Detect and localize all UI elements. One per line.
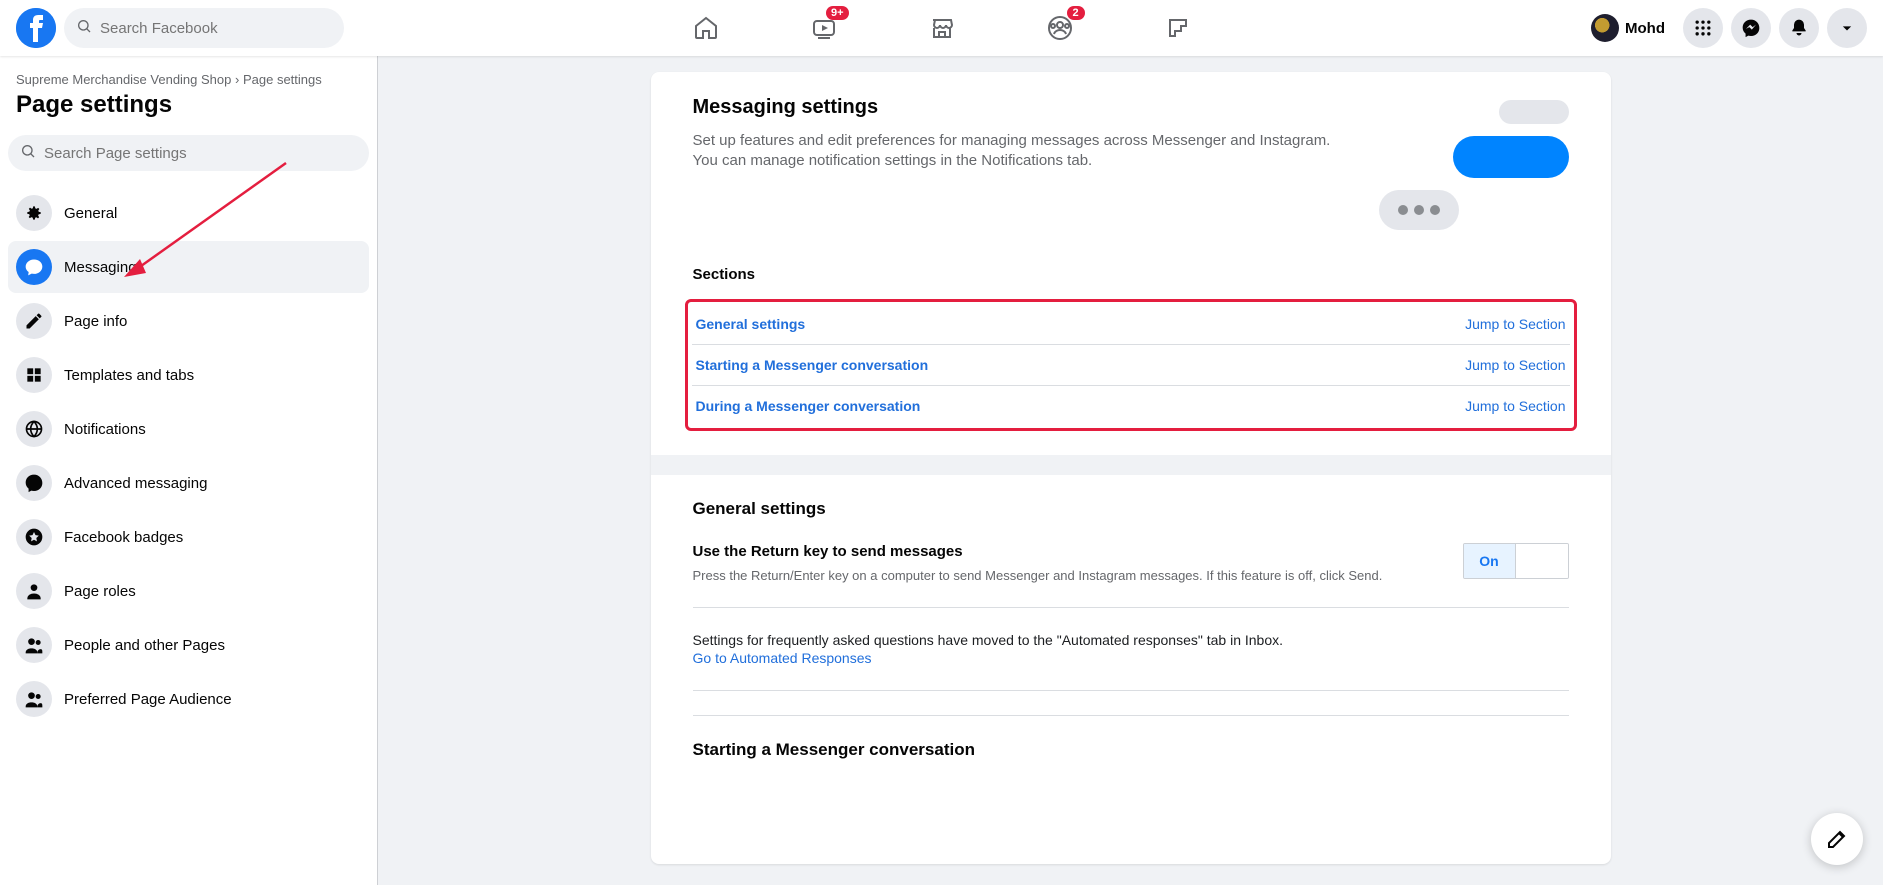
section-name: During a Messenger conversation: [696, 398, 921, 414]
sidebar-item-page-roles[interactable]: Page roles: [8, 565, 369, 617]
sidebar-item-label: Facebook badges: [64, 529, 183, 546]
profile-name: Mohd: [1625, 20, 1665, 37]
profile-avatar: [1591, 14, 1619, 42]
bubble-icon: [1499, 100, 1569, 124]
compose-button[interactable]: [1811, 813, 1863, 865]
settings-search[interactable]: [8, 135, 369, 171]
messaging-settings-heading: Messaging settings: [693, 96, 1339, 119]
sidebar-item-label: Page roles: [64, 583, 136, 600]
global-search[interactable]: [64, 8, 344, 48]
sidebar-item-label: People and other Pages: [64, 637, 225, 654]
settings-search-input[interactable]: [44, 145, 357, 162]
general-settings-heading: General settings: [693, 499, 1569, 519]
sidebar-item-label: Templates and tabs: [64, 367, 194, 384]
typing-indicator-icon: [1379, 190, 1459, 230]
people-icon: [16, 681, 52, 717]
sidebar-item-label: Messaging: [64, 259, 137, 276]
nav-watch[interactable]: 9+: [769, 0, 879, 56]
sidebar-item-messaging[interactable]: Messaging: [8, 241, 369, 293]
sections-label: Sections: [693, 266, 1569, 283]
faq-moved-text: Settings for frequently asked questions …: [693, 632, 1284, 648]
sidebar-item-templates[interactable]: Templates and tabs: [8, 349, 369, 401]
automated-responses-link[interactable]: Go to Automated Responses: [693, 650, 872, 666]
nav-groups[interactable]: 2: [1005, 0, 1115, 56]
section-link-general[interactable]: General settings Jump to Section: [692, 304, 1570, 345]
chat-icon: [16, 249, 52, 285]
account-dropdown-button[interactable]: [1827, 8, 1867, 48]
section-name: Starting a Messenger conversation: [696, 357, 929, 373]
notifications-button[interactable]: [1779, 8, 1819, 48]
sidebar-item-page-info[interactable]: Page info: [8, 295, 369, 347]
nav-gaming[interactable]: [1123, 0, 1233, 56]
sidebar-item-notifications[interactable]: Notifications: [8, 403, 369, 455]
search-icon: [20, 143, 36, 164]
messenger-icon: [16, 465, 52, 501]
chat-illustration: [1379, 96, 1569, 230]
top-navigation-bar: 9+ 2 Mohd: [0, 0, 1883, 56]
sidebar-item-label: Page info: [64, 313, 127, 330]
return-key-title: Use the Return key to send messages: [693, 543, 1383, 560]
page-title: Page settings: [8, 87, 369, 131]
messenger-button[interactable]: [1731, 8, 1771, 48]
breadcrumb-separator: ›: [235, 72, 239, 87]
sidebar-item-label: Preferred Page Audience: [64, 691, 232, 708]
section-link-during[interactable]: During a Messenger conversation Jump to …: [692, 386, 1570, 426]
settings-sidebar: Supreme Merchandise Vending Shop › Page …: [0, 56, 378, 885]
nav-marketplace[interactable]: [887, 0, 997, 56]
watch-badge: 9+: [826, 6, 849, 20]
gear-icon: [16, 195, 52, 231]
sidebar-item-label: General: [64, 205, 117, 222]
sidebar-item-badges[interactable]: Facebook badges: [8, 511, 369, 563]
breadcrumb: Supreme Merchandise Vending Shop › Page …: [8, 72, 369, 87]
person-icon: [16, 573, 52, 609]
people-icon: [16, 627, 52, 663]
center-nav: 9+ 2: [651, 0, 1233, 56]
right-controls: Mohd: [1587, 8, 1867, 48]
jump-to-section: Jump to Section: [1465, 398, 1565, 414]
sidebar-item-people-pages[interactable]: People and other Pages: [8, 619, 369, 671]
section-link-starting[interactable]: Starting a Messenger conversation Jump t…: [692, 345, 1570, 386]
menu-button[interactable]: [1683, 8, 1723, 48]
profile-chip[interactable]: Mohd: [1587, 10, 1675, 46]
messaging-settings-description: Set up features and edit preferences for…: [693, 131, 1339, 172]
toggle-off[interactable]: [1516, 544, 1568, 578]
pencil-icon: [16, 303, 52, 339]
main-content: Messaging settings Set up features and e…: [378, 0, 1883, 885]
jump-to-section: Jump to Section: [1465, 316, 1565, 332]
sidebar-item-label: Advanced messaging: [64, 475, 207, 492]
search-icon: [76, 18, 92, 39]
faq-moved-notice: Settings for frequently asked questions …: [693, 632, 1569, 691]
section-name: General settings: [696, 316, 806, 332]
star-icon: [16, 519, 52, 555]
grid-icon: [16, 357, 52, 393]
sidebar-item-advanced-messaging[interactable]: Advanced messaging: [8, 457, 369, 509]
global-search-input[interactable]: [100, 20, 332, 37]
return-key-description: Press the Return/Enter key on a computer…: [693, 568, 1383, 583]
sidebar-item-preferred-audience[interactable]: Preferred Page Audience: [8, 673, 369, 725]
sidebar-item-label: Notifications: [64, 421, 146, 438]
sections-list-highlighted: General settings Jump to Section Startin…: [685, 299, 1577, 431]
sidebar-item-general[interactable]: General: [8, 187, 369, 239]
breadcrumb-current: Page settings: [243, 72, 322, 87]
return-key-toggle[interactable]: On: [1463, 543, 1569, 579]
nav-home[interactable]: [651, 0, 761, 56]
starting-conversation-heading: Starting a Messenger conversation: [693, 715, 1569, 760]
jump-to-section: Jump to Section: [1465, 357, 1565, 373]
toggle-on[interactable]: On: [1464, 544, 1516, 578]
return-key-setting: Use the Return key to send messages Pres…: [693, 543, 1569, 608]
groups-badge: 2: [1067, 6, 1085, 20]
globe-icon: [16, 411, 52, 447]
settings-card: Messaging settings Set up features and e…: [651, 72, 1611, 864]
breadcrumb-page-link[interactable]: Supreme Merchandise Vending Shop: [16, 72, 231, 87]
facebook-logo[interactable]: [16, 8, 56, 48]
bubble-icon: [1453, 136, 1569, 178]
